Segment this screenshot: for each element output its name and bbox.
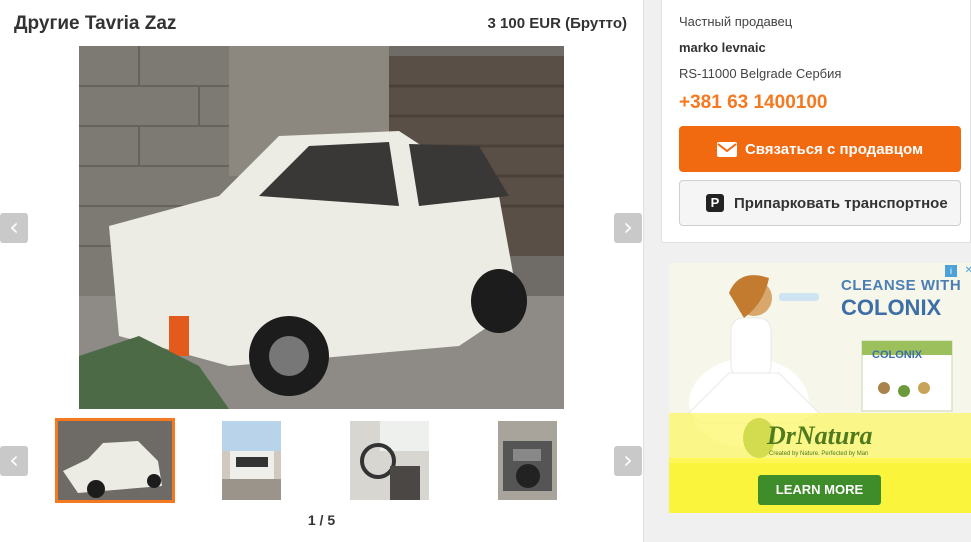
thumbnail-1-image [58, 421, 172, 500]
thumbs-next-button[interactable]: › [614, 446, 642, 476]
ad-close-icon[interactable]: ✕ [965, 265, 971, 276]
ad-box-label: COLONIX [872, 349, 923, 361]
seller-phone[interactable]: +381 63 1400100 [679, 92, 827, 114]
ad-headline-2: COLONIX [841, 295, 942, 320]
thumbnail-3-image [350, 421, 429, 500]
park-vehicle-label: Припарковать транспортное [734, 194, 948, 212]
listing-card: Другие Tavria Zaz 3 100 EUR (Брутто) ‹ ›… [0, 0, 644, 542]
thumbs-prev-button[interactable]: ‹ [0, 446, 28, 476]
envelope-icon [716, 141, 737, 157]
car-photo-illustration [79, 46, 564, 409]
thumbnail-1[interactable] [55, 418, 175, 503]
ad-brand: DrNatura [767, 421, 873, 450]
seller-name: marko levnaic [679, 40, 766, 55]
advertisement[interactable]: CLEANSE WITH COLONIX COLONIX DrNatura Cr… [669, 263, 971, 513]
ad-headline-1: CLEANSE WITH [841, 277, 962, 294]
park-vehicle-button[interactable]: P Припарковать транспортное [679, 180, 961, 226]
contact-seller-button[interactable]: Связаться с продавцом [679, 126, 961, 172]
thumbnail-2[interactable] [222, 421, 281, 500]
listing-title: Другие Tavria Zaz [14, 13, 177, 34]
gallery-next-button[interactable]: › [614, 213, 642, 243]
thumbnail-2-image [222, 421, 281, 500]
gallery-prev-button[interactable]: ‹ [0, 213, 28, 243]
seller-address: RS-11000 Belgrade Сербия [679, 66, 842, 81]
ad-learn-more-button[interactable]: LEARN MORE [758, 475, 881, 505]
gallery-counter: 1 / 5 [307, 512, 336, 528]
thumbnail-4-image [498, 421, 557, 500]
thumbnail-4[interactable] [498, 421, 557, 500]
main-photo[interactable] [79, 46, 564, 409]
contact-seller-label: Связаться с продавцом [744, 140, 924, 158]
parking-icon: P [706, 194, 724, 212]
ad-info-icon[interactable]: i [945, 265, 957, 277]
thumbnail-3[interactable] [350, 421, 429, 500]
seller-type: Частный продавец [679, 14, 793, 29]
seller-card: Частный продавец marko levnaic RS-11000 … [661, 0, 971, 243]
ad-tagline: Created by Nature. Perfected by Man [769, 451, 869, 457]
listing-price: 3 100 EUR (Брутто) [487, 15, 627, 32]
